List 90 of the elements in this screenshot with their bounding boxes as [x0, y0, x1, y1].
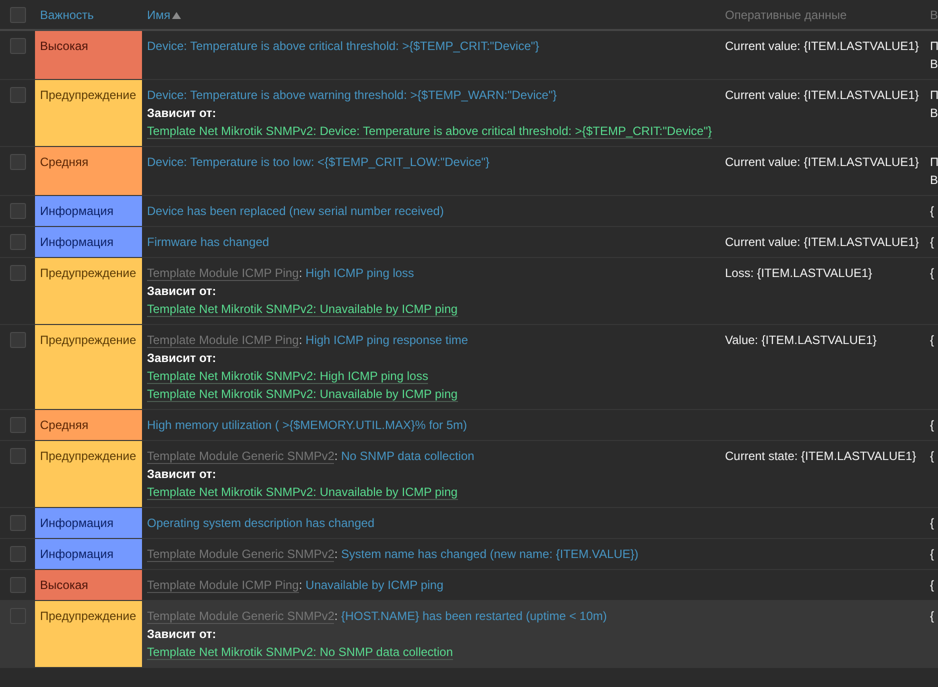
dependency-link[interactable]: Template Net Mikrotik SNMPv2: High ICMP ping loss: [147, 369, 428, 384]
table-cell: {: [930, 418, 934, 432]
severity-cell: Средняя: [35, 410, 142, 440]
trigger-name-link[interactable]: Unavailable by ICMP ping: [306, 578, 444, 592]
separator: :: [334, 609, 338, 623]
select-all-checkbox[interactable]: [10, 6, 26, 22]
template-link[interactable]: Template Module Generic SNMPv2: [147, 449, 334, 464]
trigger-name-link[interactable]: Operating system description has changed: [147, 516, 374, 530]
table-cell: {: [930, 235, 934, 249]
separator: :: [298, 578, 302, 592]
severity-cell: Средняя: [35, 147, 142, 195]
template-link[interactable]: Template Module Generic SNMPv2: [147, 547, 334, 562]
severity-column-header[interactable]: Важность: [40, 8, 94, 22]
trigger-name-link[interactable]: Device: Temperature is above warning threshold: >{$TEMP_WARN:"Device"}: [147, 88, 557, 102]
row-checkbox[interactable]: [10, 577, 26, 593]
row-checkbox[interactable]: [10, 38, 26, 54]
sort-ascending-icon: [172, 12, 182, 18]
severity-cell: Высокая: [35, 570, 142, 600]
operational-data-text: Loss: {ITEM.LASTVALUE1}: [725, 266, 872, 280]
operational-data-text: Current value: {ITEM.LASTVALUE1}: [725, 155, 919, 169]
table-cell: {: [930, 516, 934, 530]
table-cell: П: [930, 155, 938, 169]
row-checkbox[interactable]: [10, 203, 26, 219]
operational-data-text: Current value: {ITEM.LASTVALUE1}: [725, 39, 919, 53]
depends-on-label: Зависит от:: [147, 467, 216, 481]
operational-data-text: Current value: {ITEM.LASTVALUE1}: [725, 88, 919, 102]
table-cell: {: [930, 609, 934, 623]
table-cell: В: [930, 106, 938, 120]
depends-on-label: Зависит от:: [147, 284, 216, 298]
severity-cell: Высокая: [35, 31, 142, 79]
severity-cell: Информация: [35, 196, 142, 226]
table-cell: {: [930, 547, 934, 561]
depends-on-label: Зависит от:: [147, 351, 216, 365]
template-link[interactable]: Template Module ICMP Ping: [147, 578, 299, 593]
severity-cell: Информация: [35, 508, 142, 538]
table-cell: П: [930, 39, 938, 53]
trigger-name-link[interactable]: Firmware has changed: [147, 235, 270, 249]
severity-cell: Информация: [35, 227, 142, 257]
severity-cell: Предупреждение: [35, 601, 142, 667]
trigger-name-link[interactable]: High ICMP ping response time: [306, 333, 468, 347]
operational-data-text: Current value: {ITEM.LASTVALUE1}: [725, 235, 919, 249]
table-cell: {: [930, 266, 934, 280]
trigger-name-link[interactable]: No SNMP data collection: [341, 449, 474, 463]
trigger-name-link[interactable]: {HOST.NAME} has been restarted (uptime < 10m): [341, 609, 607, 623]
row-checkbox[interactable]: [10, 546, 26, 562]
separator: :: [298, 333, 302, 347]
trigger-name-link[interactable]: Device has been replaced (new serial number received): [147, 204, 444, 218]
row-checkbox[interactable]: [10, 154, 26, 170]
row-checkbox[interactable]: [10, 234, 26, 250]
table-cell: {: [930, 333, 934, 347]
row-checkbox[interactable]: [10, 515, 26, 531]
operational-data-column-header: Оперативные данные: [725, 8, 847, 22]
table-cell: {: [930, 449, 934, 463]
trigger-name-link[interactable]: High memory utilization ( >{$MEMORY.UTIL.MAX}% for 5m): [147, 418, 467, 432]
trigger-name-link[interactable]: Device: Temperature is too low: <{$TEMP_CRIT_LOW:"Device"}: [147, 155, 490, 169]
trigger-name-link[interactable]: High ICMP ping loss: [306, 266, 414, 280]
row-checkbox[interactable]: [10, 265, 26, 281]
severity-cell: Предупреждение: [35, 258, 142, 324]
template-link[interactable]: Template Module ICMP Ping: [147, 266, 299, 281]
separator: :: [334, 449, 338, 463]
separator: :: [334, 547, 338, 561]
depends-on-label: Зависит от:: [147, 627, 216, 641]
row-checkbox[interactable]: [10, 417, 26, 433]
dependency-link[interactable]: Template Net Mikrotik SNMPv2: Unavailable by ICMP ping: [147, 387, 458, 402]
template-link[interactable]: Template Module Generic SNMPv2: [147, 609, 334, 624]
template-link[interactable]: Template Module ICMP Ping: [147, 333, 299, 348]
row-checkbox[interactable]: [10, 448, 26, 464]
dependency-link[interactable]: Template Net Mikrotik SNMPv2: Unavailable by ICMP ping: [147, 485, 458, 500]
column-header: В: [930, 8, 938, 22]
dependency-link[interactable]: Template Net Mikrotik SNMPv2: Unavailable by ICMP ping: [147, 302, 458, 317]
trigger-name-link[interactable]: Device: Temperature is above critical threshold: >{$TEMP_CRIT:"Device"}: [147, 39, 540, 53]
table-cell: В: [930, 57, 938, 71]
depends-on-label: Зависит от:: [147, 106, 216, 120]
severity-cell: Информация: [35, 539, 142, 569]
operational-data-text: Current state: {ITEM.LASTVALUE1}: [725, 449, 916, 463]
table-cell: {: [930, 578, 934, 592]
operational-data-text: Value: {ITEM.LASTVALUE1}: [725, 333, 877, 347]
row-checkbox[interactable]: [10, 87, 26, 103]
trigger-name-link[interactable]: System name has changed (new name: {ITEM.VALUE}): [341, 547, 638, 561]
separator: :: [298, 266, 302, 280]
severity-cell: Предупреждение: [35, 441, 142, 507]
severity-cell: Предупреждение: [35, 80, 142, 146]
dependency-link[interactable]: Template Net Mikrotik SNMPv2: No SNMP data collection: [147, 645, 453, 660]
name-column-header[interactable]: Имя: [147, 8, 170, 22]
severity-cell: Предупреждение: [35, 325, 142, 409]
row-checkbox[interactable]: [10, 332, 26, 348]
table-cell: П: [930, 88, 938, 102]
table-cell: В: [930, 173, 938, 187]
dependency-link[interactable]: Template Net Mikrotik SNMPv2: Device: Temperature is above critical threshold: >{$TEMP_CRIT:"Device"}: [147, 124, 712, 139]
table-cell: {: [930, 204, 934, 218]
